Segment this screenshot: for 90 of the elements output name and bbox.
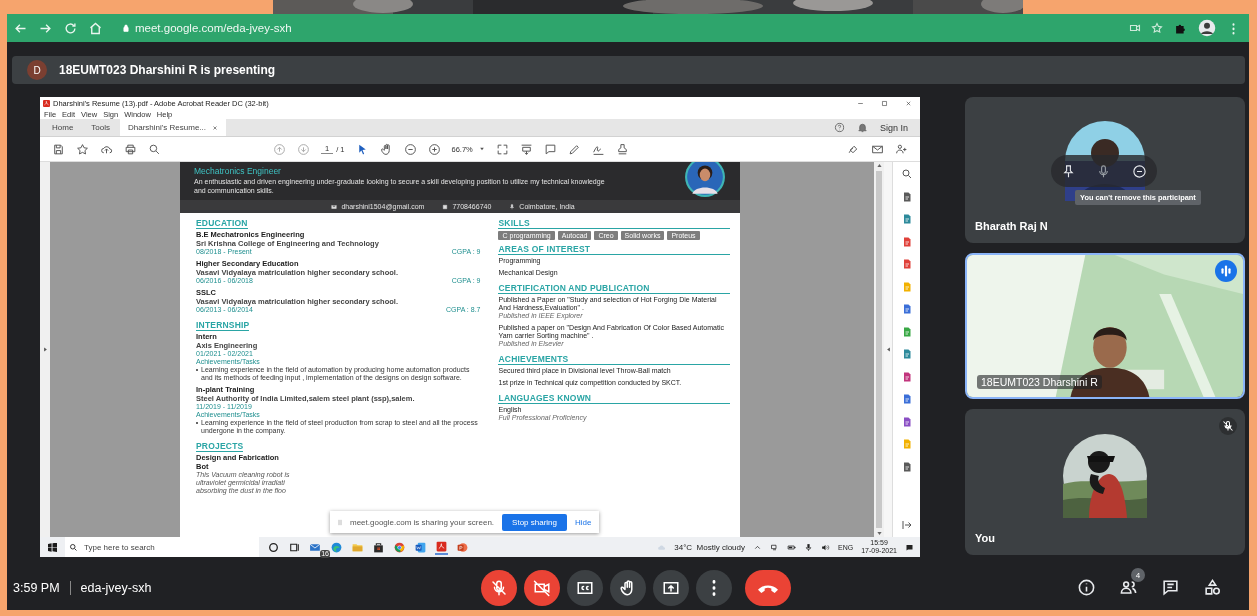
location-pin-icon bbox=[509, 203, 516, 210]
zoom-out-icon[interactable] bbox=[403, 142, 417, 156]
participant-name: 18EUMT023 Dharshini R bbox=[977, 375, 1102, 389]
stamp-icon[interactable] bbox=[615, 142, 629, 156]
participant-tile[interactable]: You bbox=[965, 409, 1245, 555]
close-icon[interactable] bbox=[905, 99, 912, 107]
volume-icon[interactable] bbox=[821, 542, 830, 552]
collapse-arrow-icon[interactable] bbox=[884, 346, 892, 353]
battery-icon[interactable] bbox=[787, 542, 796, 552]
scroll-up-icon[interactable] bbox=[875, 162, 883, 169]
microphone-icon[interactable] bbox=[804, 542, 813, 552]
document-icon[interactable] bbox=[414, 540, 427, 554]
print-icon[interactable] bbox=[124, 142, 137, 156]
help-icon[interactable] bbox=[833, 122, 845, 133]
scrollbar[interactable] bbox=[874, 162, 884, 537]
scroll-mode-icon[interactable] bbox=[519, 142, 533, 156]
fit-page-icon[interactable] bbox=[495, 142, 509, 156]
raise-hand-button[interactable] bbox=[610, 569, 646, 606]
shapes-icon bbox=[1203, 578, 1222, 597]
job-title: Mechatronics Engineer bbox=[194, 166, 282, 176]
star-icon[interactable] bbox=[76, 142, 89, 156]
camoff-icon bbox=[533, 578, 551, 597]
close-icon[interactable] bbox=[212, 124, 219, 131]
expand-arrow-icon[interactable] bbox=[41, 346, 49, 353]
home-icon[interactable] bbox=[88, 20, 103, 36]
comment-icon[interactable] bbox=[543, 142, 557, 156]
hand-icon[interactable] bbox=[379, 142, 393, 156]
presenter-avatar: D bbox=[27, 60, 47, 80]
tab[interactable]: Tools bbox=[83, 119, 119, 136]
pen-icon[interactable] bbox=[567, 142, 581, 156]
meeting-time: 3:59 PM bbox=[13, 580, 60, 595]
people-button[interactable]: 4 bbox=[1119, 568, 1145, 597]
dots-icon bbox=[712, 579, 716, 596]
taskbar-search-field[interactable]: Type here to search bbox=[65, 537, 259, 557]
section-heading: PROJECTS bbox=[196, 441, 244, 452]
envelope-icon bbox=[331, 203, 338, 210]
meeting-code: eda-jvey-sxh bbox=[80, 580, 152, 595]
sharing-message: meet.google.com is sharing your screen. bbox=[350, 517, 495, 527]
zoom-in-icon[interactable] bbox=[427, 142, 441, 156]
chat-icon bbox=[1161, 578, 1180, 597]
windows-icon[interactable] bbox=[48, 542, 57, 552]
tab[interactable]: Home bbox=[44, 119, 82, 136]
bell-icon[interactable] bbox=[856, 122, 868, 133]
video-tile[interactable]: 18EUMT023 Dharshini R bbox=[965, 253, 1245, 399]
hide-link[interactable]: Hide bbox=[575, 517, 592, 527]
section-heading: AREAS OF INTEREST bbox=[498, 244, 730, 255]
add-user-icon[interactable] bbox=[895, 142, 908, 156]
section-heading: ACHIEVEMENTS bbox=[498, 354, 730, 365]
shopping-bag-icon[interactable] bbox=[372, 540, 385, 554]
count-badge: 4 bbox=[1131, 568, 1145, 582]
section-heading: LANGUAGES KNOWN bbox=[498, 393, 730, 404]
network-icon[interactable] bbox=[770, 542, 779, 552]
slides-icon[interactable] bbox=[456, 540, 469, 554]
drag-handle-icon[interactable] bbox=[338, 518, 342, 526]
leave-call-button[interactable] bbox=[745, 569, 791, 606]
stop-sharing-button[interactable]: Stop sharing bbox=[502, 513, 567, 531]
dropdown-arrow-icon[interactable] bbox=[478, 146, 485, 152]
weather-text[interactable]: 34°C Mostly cloudy bbox=[674, 542, 745, 552]
info-icon bbox=[1077, 578, 1096, 597]
section-heading: SKILLS bbox=[498, 218, 730, 229]
present-button[interactable] bbox=[653, 569, 689, 606]
section-heading: CERTIFICATION AND PUBLICATION bbox=[498, 283, 730, 294]
captions-button[interactable] bbox=[567, 569, 603, 606]
more-options-button[interactable] bbox=[696, 569, 732, 606]
circle-icon[interactable] bbox=[267, 540, 280, 554]
reload-icon[interactable] bbox=[63, 20, 78, 36]
search-icon bbox=[69, 542, 78, 552]
save-icon[interactable] bbox=[52, 142, 65, 156]
pdf-icon[interactable] bbox=[435, 539, 448, 555]
browser-icon[interactable] bbox=[393, 540, 406, 554]
presenting-text: 18EUMT023 Dharshini R is presenting bbox=[59, 63, 276, 77]
maximize-icon[interactable] bbox=[881, 99, 888, 107]
notifications-icon[interactable] bbox=[905, 542, 914, 552]
people-icon bbox=[1119, 578, 1138, 597]
speaking-indicator-icon bbox=[1215, 260, 1237, 282]
microphone-button[interactable] bbox=[481, 569, 517, 606]
section-heading: EDUCATION bbox=[196, 218, 248, 229]
camera-button[interactable] bbox=[524, 569, 560, 606]
sign-in-link[interactable]: Sign In bbox=[879, 122, 908, 133]
participant-name: You bbox=[975, 532, 995, 544]
participant-name: Bharath Raj N bbox=[975, 220, 1048, 232]
zoom-icon[interactable] bbox=[900, 168, 913, 180]
exit-icon[interactable] bbox=[900, 519, 913, 531]
section-heading: INTERNSHIP bbox=[196, 320, 250, 331]
browser-icon[interactable] bbox=[330, 540, 343, 554]
micoff-icon bbox=[490, 578, 508, 597]
zoom-icon[interactable] bbox=[148, 142, 161, 156]
tab[interactable]: Dharshini's Resume... bbox=[120, 119, 227, 136]
profile-avatar[interactable] bbox=[1198, 19, 1216, 37]
star-icon[interactable] bbox=[1151, 22, 1163, 34]
